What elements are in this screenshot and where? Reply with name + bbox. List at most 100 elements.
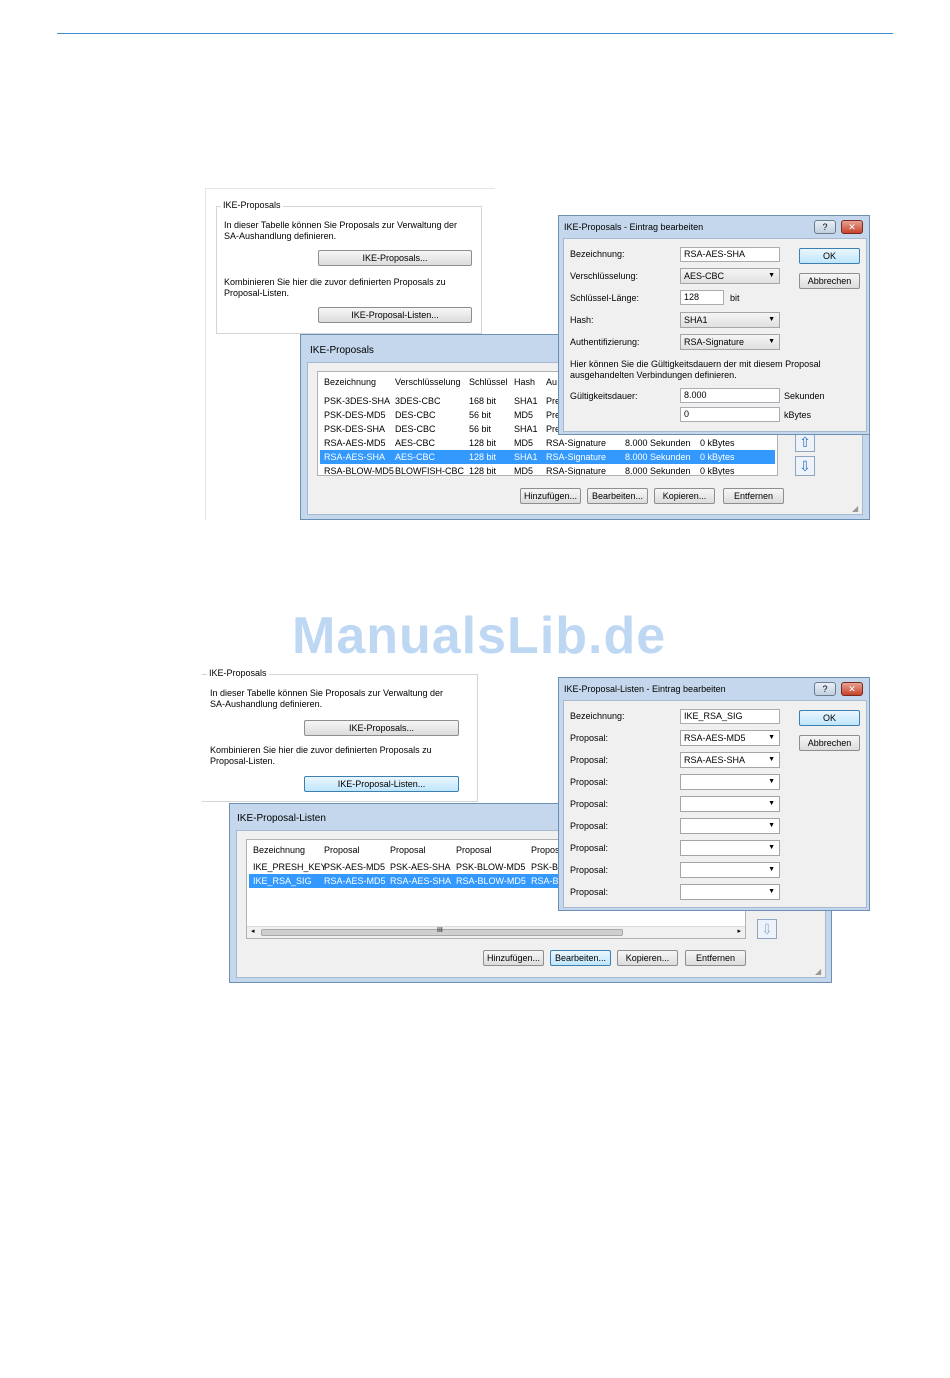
fig1-ike-proposals-button[interactable]: IKE-Proposals... (318, 250, 472, 266)
validity-info: Hier können Sie die Gültigkeitsdauern de… (570, 359, 821, 380)
validity-seconds-input[interactable]: 8.000 (680, 388, 780, 403)
cell: RSA-AES-SHA (324, 452, 386, 462)
fig2-remove-button[interactable]: Entfernen (685, 950, 746, 966)
move-down-arrow-icon[interactable]: ⇩ (795, 456, 815, 476)
cell: MD5 (514, 410, 534, 420)
table-row-selected[interactable]: RSA-AES-SHA AES-CBC 128 bit SHA1 RSA-Sig… (320, 450, 775, 464)
cell: 128 bit (469, 452, 497, 462)
name-input[interactable]: IKE_RSA_SIG (680, 709, 780, 724)
auth-select[interactable]: RSA-Signature ▼ (680, 334, 780, 350)
help-icon[interactable]: ? (814, 220, 836, 234)
fig1-edit-window-title: IKE-Proposals - Eintrag bearbeiten (564, 222, 704, 232)
fig2-ike-proposal-lists-button[interactable]: IKE-Proposal-Listen... (304, 776, 459, 792)
fig1-remove-button[interactable]: Entfernen (723, 488, 784, 504)
label-proposal: Proposal: (570, 777, 609, 787)
help-icon[interactable]: ? (814, 682, 836, 696)
fig2-ike-proposals-button[interactable]: IKE-Proposals... (304, 720, 459, 736)
col-header[interactable]: Bezeichnung (253, 843, 305, 857)
label-proposal: Proposal: (570, 887, 609, 897)
fig1-add-button[interactable]: Hinzufügen... (520, 488, 581, 504)
col-header[interactable]: Proposal (324, 843, 360, 857)
cell: SHA1 (514, 396, 538, 406)
cell: AES-CBC (395, 438, 436, 448)
proposal-select-5[interactable]: ▼ (680, 818, 780, 834)
chevron-down-icon: ▼ (768, 316, 775, 323)
cell: 8.000 Sekunden (625, 438, 691, 448)
keylength-input[interactable]: 128 (680, 290, 724, 305)
fig1-group-title: IKE-Proposals (221, 200, 283, 210)
cell: RSA-Signature (546, 452, 607, 462)
scroll-left-icon[interactable]: ◂ (251, 927, 255, 935)
proposal-value: RSA-AES-SHA (684, 755, 746, 765)
close-icon[interactable]: ✕ (841, 682, 863, 696)
cell: RSA-AES-MD5 (324, 876, 386, 886)
table-row[interactable]: RSA-AES-MD5 AES-CBC 128 bit MD5 RSA-Sign… (320, 436, 775, 450)
move-up-arrow-icon[interactable]: ⇧ (795, 432, 815, 452)
resize-grip-icon[interactable]: ◢ (815, 967, 825, 977)
fig1-copy-button[interactable]: Kopieren... (654, 488, 715, 504)
cell: 0 kBytes (700, 466, 735, 476)
cancel-button[interactable]: Abbrechen (799, 735, 860, 751)
cell: 8.000 Sekunden (625, 466, 691, 476)
name-input[interactable]: RSA-AES-SHA (680, 247, 780, 262)
chevron-down-icon: ▼ (768, 778, 775, 785)
chevron-down-icon: ▼ (768, 272, 775, 279)
cell: 8.000 Sekunden (625, 452, 691, 462)
fig2-edit-window-title: IKE-Proposal-Listen - Eintrag bearbeiten (564, 684, 726, 694)
label-auth: Authentifizierung: (570, 337, 640, 347)
proposal-select-6[interactable]: ▼ (680, 840, 780, 856)
resize-grip-icon[interactable]: ◢ (852, 504, 862, 514)
fig2-proposal-lists-window-title: IKE-Proposal-Listen (237, 813, 326, 824)
col-header[interactable]: Au (546, 375, 557, 389)
proposal-select-4[interactable]: ▼ (680, 796, 780, 812)
proposal-select-8[interactable]: ▼ (680, 884, 780, 900)
proposal-select-3[interactable]: ▼ (680, 774, 780, 790)
table-row[interactable]: RSA-BLOW-MD5 BLOWFISH-CBC 128 bit MD5 RS… (320, 464, 775, 476)
cell: SHA1 (514, 424, 538, 434)
label-name: Bezeichnung: (570, 711, 625, 721)
move-down-arrow-icon[interactable]: ⇩ (757, 919, 777, 939)
scroll-right-icon[interactable]: ▸ (737, 927, 741, 935)
proposal-select-7[interactable]: ▼ (680, 862, 780, 878)
hash-value: SHA1 (684, 315, 708, 325)
ok-button[interactable]: OK (799, 710, 860, 726)
col-header[interactable]: Propos (531, 843, 560, 857)
validity-kbytes-input[interactable]: 0 (680, 407, 780, 422)
cell: BLOWFISH-CBC (395, 466, 465, 476)
fig1-edit-button[interactable]: Bearbeiten... (587, 488, 648, 504)
ok-button[interactable]: OK (799, 248, 860, 264)
chevron-down-icon: ▼ (768, 734, 775, 741)
chevron-down-icon: ▼ (768, 800, 775, 807)
chevron-down-icon: ▼ (768, 756, 775, 763)
cancel-button[interactable]: Abbrechen (799, 273, 860, 289)
fig2-desc1: In dieser Tabelle können Sie Proposals z… (210, 688, 443, 709)
col-header[interactable]: Proposal (390, 843, 426, 857)
proposal-value: RSA-AES-MD5 (684, 733, 746, 743)
fig1-edit-window: IKE-Proposals - Eintrag bearbeiten ? ✕ B… (558, 215, 870, 435)
fig2-copy-button[interactable]: Kopieren... (617, 950, 678, 966)
fig2-group-title: IKE-Proposals (207, 668, 269, 678)
horizontal-scrollbar[interactable]: ◂ III ▸ (247, 926, 745, 938)
hash-select[interactable]: SHA1 ▼ (680, 312, 780, 328)
scrollbar-thumb[interactable]: III (261, 927, 623, 936)
col-header[interactable]: Schlüssel (469, 375, 508, 389)
fig1-ike-proposal-lists-button[interactable]: IKE-Proposal-Listen... (318, 307, 472, 323)
col-header[interactable]: Bezeichnung (324, 375, 376, 389)
cell: RSA-Signature (546, 438, 607, 448)
unit-bit: bit (730, 293, 740, 303)
encryption-value: AES-CBC (684, 271, 725, 281)
close-icon[interactable]: ✕ (841, 220, 863, 234)
chevron-down-icon: ▼ (768, 888, 775, 895)
col-header[interactable]: Hash (514, 375, 535, 389)
cell: 0 kBytes (700, 438, 735, 448)
label-hash: Hash: (570, 315, 594, 325)
proposal-select-2[interactable]: RSA-AES-SHA ▼ (680, 752, 780, 768)
col-header[interactable]: Verschlüsselung (395, 375, 461, 389)
col-header[interactable]: Proposal (456, 843, 492, 857)
proposal-select-1[interactable]: RSA-AES-MD5 ▼ (680, 730, 780, 746)
encryption-select[interactable]: AES-CBC ▼ (680, 268, 780, 284)
fig2-add-button[interactable]: Hinzufügen... (483, 950, 544, 966)
fig2-edit-button[interactable]: Bearbeiten... (550, 950, 611, 966)
cell: IKE_PRESH_KEY (253, 862, 327, 872)
cell: 168 bit (469, 396, 497, 406)
